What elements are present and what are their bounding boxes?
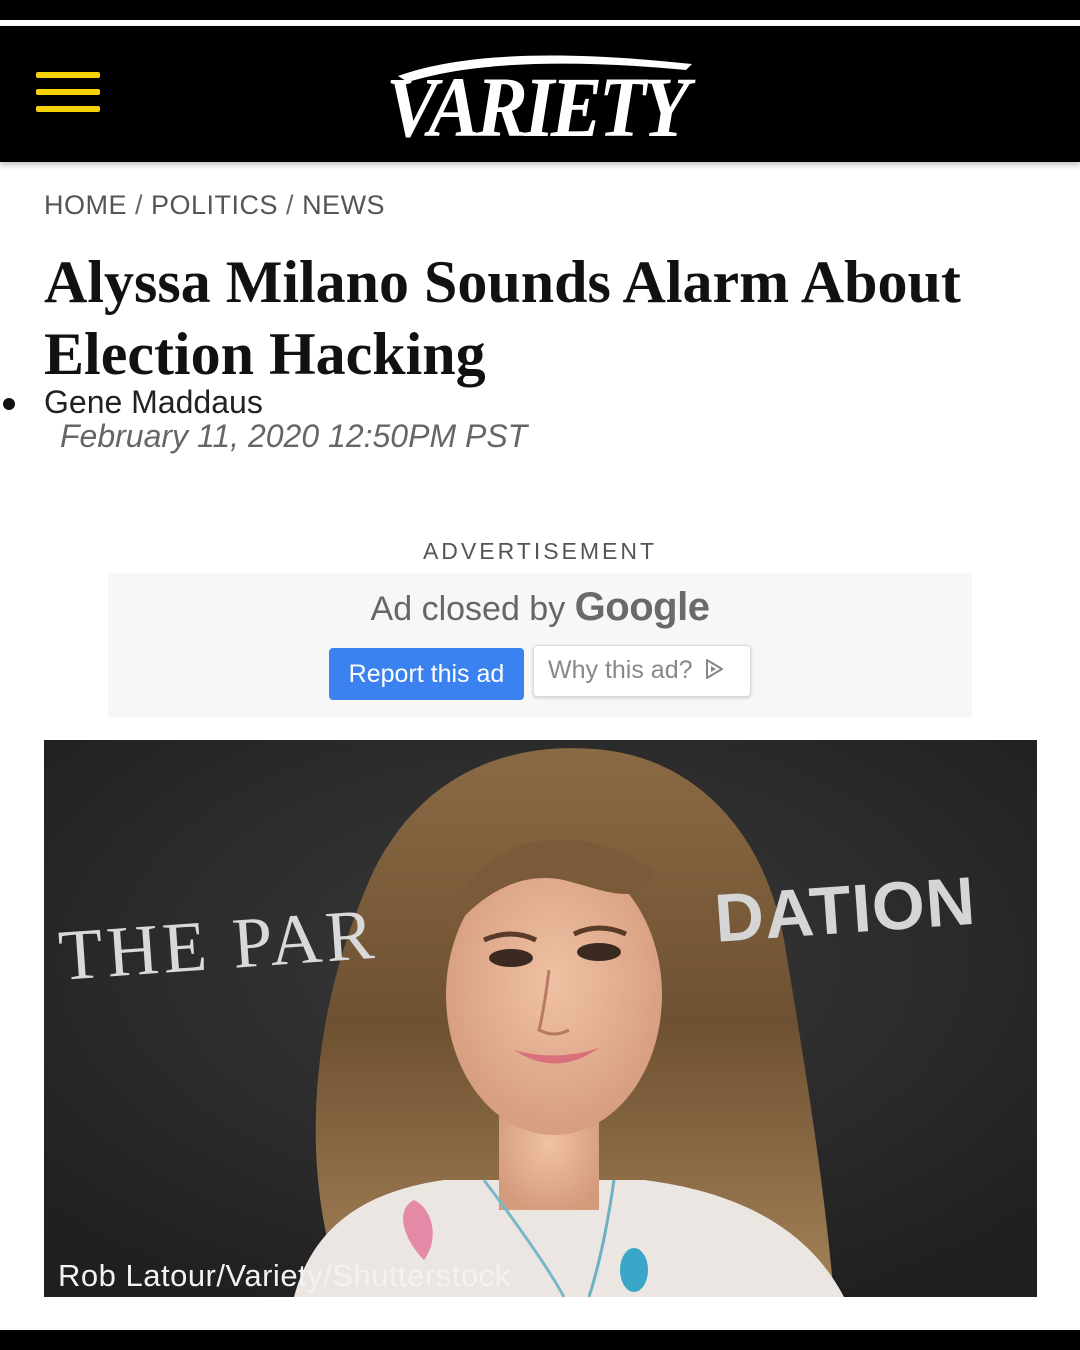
breadcrumb-home[interactable]: HOME [44, 190, 127, 220]
bottom-black-bar [0, 1330, 1080, 1350]
author-bullet [3, 398, 15, 410]
menu-line [36, 89, 100, 95]
photo-credit: Rob Latour/Variety/Shutterstock [58, 1258, 511, 1293]
ad-closed-message: Ad closed by Google [108, 585, 972, 630]
top-black-bar [0, 0, 1080, 20]
photo-illustration [44, 740, 1037, 1297]
article-hero-photo[interactable]: THE PAR DATION Rob Latour/Variety/Shutte… [44, 740, 1037, 1297]
adchoices-play-icon [703, 658, 725, 687]
breadcrumb-separator: / [135, 190, 144, 220]
breadcrumb: HOME / POLITICS / NEWS [44, 190, 385, 221]
menu-line [36, 72, 100, 78]
variety-logo[interactable]: VARIETY [380, 46, 700, 146]
breadcrumb-separator: / [286, 190, 295, 220]
author-name[interactable]: Gene Maddaus [44, 384, 263, 421]
breadcrumb-news[interactable]: NEWS [302, 190, 385, 220]
menu-line [36, 106, 100, 112]
google-brand: Google [574, 585, 710, 629]
advertisement-label: ADVERTISEMENT [422, 538, 658, 564]
ad-closed-text: Ad closed by [370, 590, 566, 628]
site-header: VARIETY [0, 26, 1080, 162]
variety-logo-graphic: VARIETY [386, 55, 700, 146]
breadcrumb-politics[interactable]: POLITICS [151, 190, 278, 220]
svg-text:VARIETY: VARIETY [386, 59, 696, 146]
why-this-ad-button[interactable]: Why this ad? [533, 645, 751, 697]
publish-date: February 11, 2020 12:50PM PST [60, 418, 528, 454]
hamburger-menu-icon[interactable] [36, 72, 102, 114]
why-this-ad-label: Why this ad? [548, 655, 693, 684]
ad-container: Ad closed by Google Report this ad Why t… [108, 573, 972, 717]
article-title: Alyssa Milano Sounds Alarm About Electio… [44, 249, 961, 387]
report-ad-button[interactable]: Report this ad [329, 648, 524, 700]
